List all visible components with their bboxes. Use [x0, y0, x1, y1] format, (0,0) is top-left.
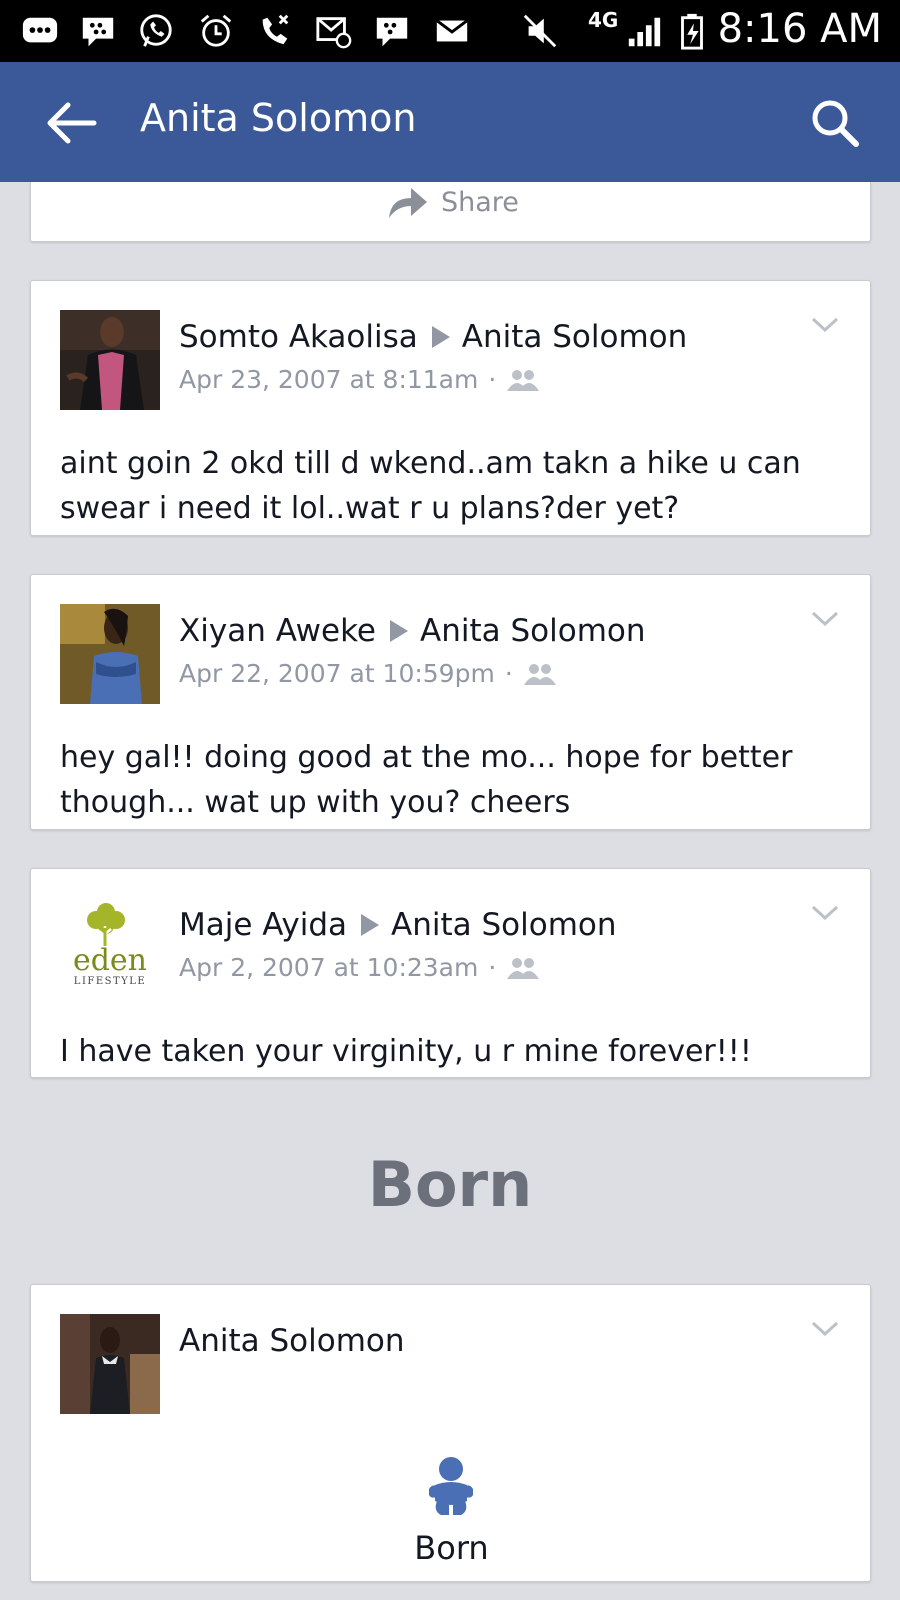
avatar[interactable]	[60, 310, 160, 410]
post-header: Somto Akaolisa Anita Solomon	[179, 319, 687, 355]
chevron-down-icon[interactable]	[810, 1319, 840, 1339]
author-name[interactable]: Somto Akaolisa	[179, 319, 418, 355]
previous-post-actions: Share	[30, 182, 871, 242]
arrow-separator-icon	[390, 620, 408, 642]
arrow-separator-icon	[361, 914, 380, 936]
post-text: hey gal!! doing good at the mo... hope f…	[60, 740, 793, 820]
life-event-card: Anita Solomon Born	[30, 1284, 871, 1582]
logo-brand-text: eden	[73, 943, 147, 978]
logo-tagline-text: LIFESTYLE	[74, 976, 146, 987]
avatar[interactable]	[60, 1314, 160, 1414]
mute-icon	[520, 12, 560, 50]
avatar[interactable]	[60, 604, 160, 704]
friends-audience-icon	[507, 369, 540, 391]
life-event-label: Born	[414, 1529, 489, 1567]
page-title: Anita Solomon	[140, 96, 417, 140]
email-icon	[314, 12, 354, 50]
battery-icon	[672, 12, 712, 50]
author-name[interactable]: Maje Ayida	[179, 907, 347, 943]
meta-dot: ·	[488, 953, 497, 982]
alarm-icon	[196, 12, 236, 50]
chat-bubble-icon	[20, 12, 60, 50]
target-name[interactable]: Anita Solomon	[462, 319, 688, 355]
share-arrow-icon	[389, 188, 427, 218]
back-arrow-icon[interactable]	[44, 100, 98, 146]
post-date[interactable]: Apr 23, 2007 at 8:11am	[179, 365, 478, 394]
bbm-chat-icon	[78, 12, 118, 50]
signal-icon	[624, 12, 664, 50]
network-type: 4G	[588, 8, 619, 32]
post-header: Anita Solomon	[179, 1323, 405, 1359]
post-header: Maje Ayida Anita Solomon	[179, 907, 617, 943]
clock: 8:16 AM	[717, 6, 882, 52]
chevron-down-icon[interactable]	[810, 315, 840, 335]
post-meta: Apr 22, 2007 at 10:59pm ·	[179, 659, 557, 688]
wall-post: Xiyan Aweke Anita Solomon Apr 22, 2007 a…	[30, 574, 871, 830]
status-bar: 4G 8:16 AM	[0, 0, 900, 62]
author-name[interactable]: Xiyan Aweke	[179, 613, 376, 649]
chevron-down-icon[interactable]	[810, 609, 840, 629]
meta-dot: ·	[504, 659, 513, 688]
post-meta: Apr 23, 2007 at 8:11am ·	[179, 365, 540, 394]
mail-icon	[432, 12, 472, 50]
baby-icon	[429, 1457, 473, 1515]
messenger-icon	[372, 12, 412, 50]
missed-call-icon	[254, 12, 294, 50]
whatsapp-icon	[136, 12, 176, 50]
post-text: aint goin 2 okd till d wkend..am takn a …	[60, 446, 801, 526]
friends-audience-icon	[523, 663, 556, 685]
share-button[interactable]: Share	[387, 182, 519, 222]
post-header: Xiyan Aweke Anita Solomon	[179, 613, 646, 649]
share-label: Share	[441, 186, 519, 218]
wall-post: Somto Akaolisa Anita Solomon Apr 23, 200…	[30, 280, 871, 536]
wall-post: eden LIFESTYLE Maje Ayida Anita Solomon …	[30, 868, 871, 1078]
search-icon[interactable]	[810, 98, 860, 148]
chevron-down-icon[interactable]	[810, 903, 840, 923]
post-text: I have taken your virginity, u r mine fo…	[60, 1034, 752, 1069]
post-meta: Apr 2, 2007 at 10:23am ·	[179, 953, 540, 982]
app-bar: Anita Solomon	[0, 62, 900, 182]
author-name[interactable]: Anita Solomon	[179, 1323, 405, 1359]
post-date[interactable]: Apr 2, 2007 at 10:23am	[179, 953, 478, 982]
target-name[interactable]: Anita Solomon	[420, 613, 646, 649]
meta-dot: ·	[488, 365, 497, 394]
arrow-separator-icon	[431, 326, 450, 348]
target-name[interactable]: Anita Solomon	[391, 907, 617, 943]
avatar[interactable]: eden LIFESTYLE	[60, 898, 160, 998]
friends-audience-icon	[507, 957, 540, 979]
section-heading: Born	[367, 1148, 533, 1221]
post-date[interactable]: Apr 22, 2007 at 10:59pm	[179, 659, 495, 688]
